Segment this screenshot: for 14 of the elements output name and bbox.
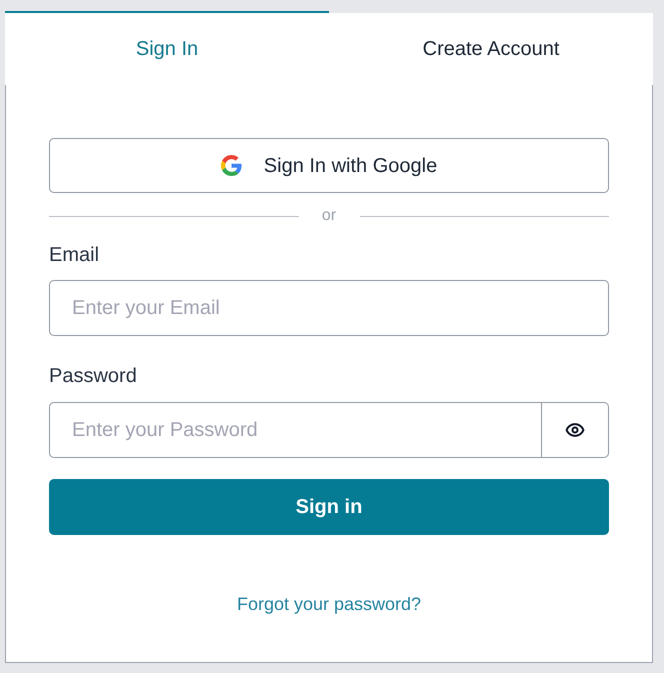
email-label: Email [49,243,100,267]
eye-icon [565,420,585,440]
email-field[interactable]: Enter your Email [49,280,609,336]
show-password-button[interactable] [542,402,609,458]
tab[interactable]: Sign In [5,11,329,85]
password-label: Password [49,364,138,388]
divider-label: or [320,206,338,226]
google-sign-in-button[interactable]: Sign In with Google [49,138,609,193]
google-button-label: Sign In with Google [264,154,438,178]
tab[interactable]: Create Account [329,11,653,85]
google-g-icon [220,155,242,176]
forgot-password-link[interactable]: Forgot your password? [236,591,422,618]
password-field[interactable]: Enter your Password [49,402,542,458]
sign-in-button[interactable]: Sign in [49,479,609,535]
